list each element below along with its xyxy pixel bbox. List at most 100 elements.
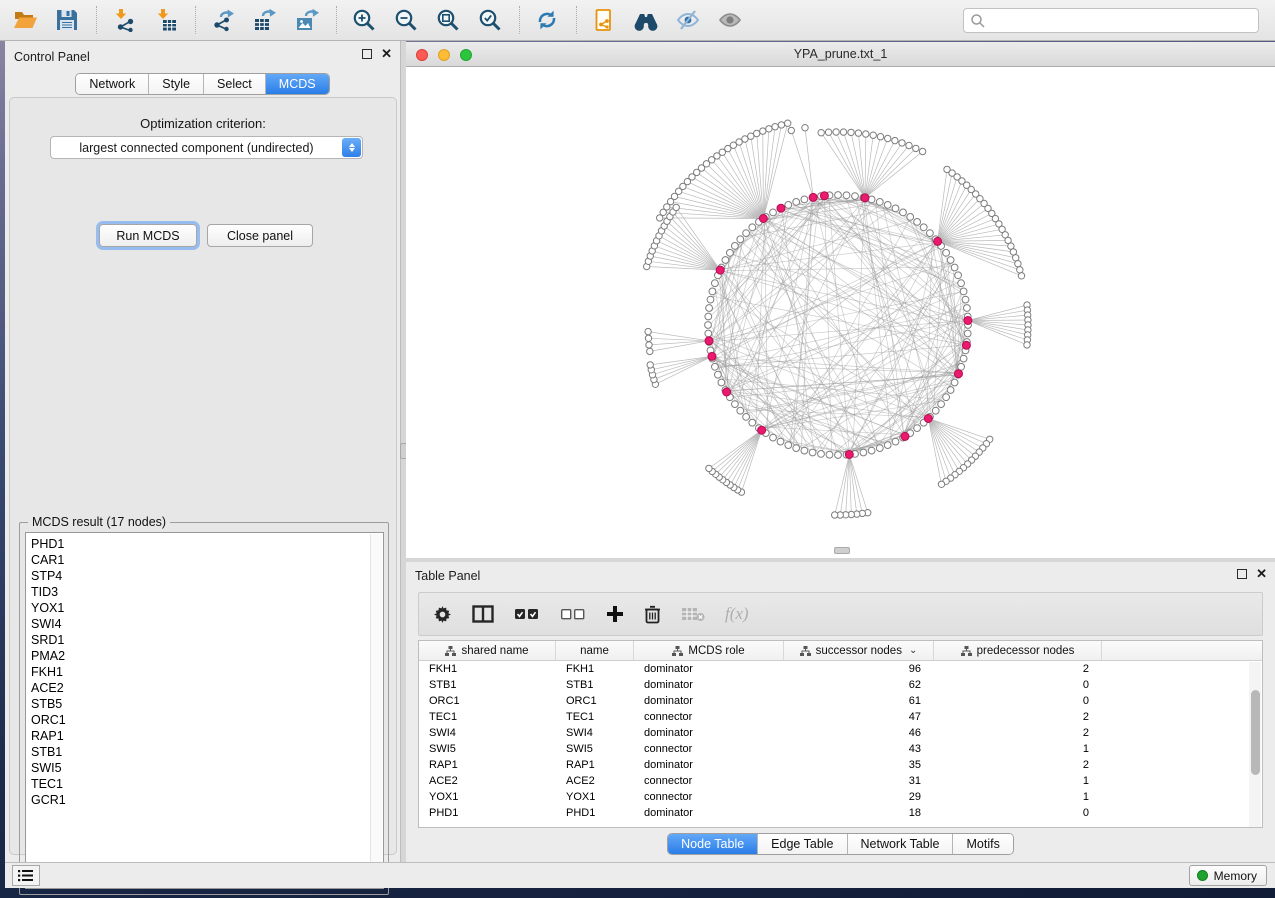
tab-mcds[interactable]: MCDS — [266, 74, 329, 94]
mcds-result-item[interactable]: TEC1 — [26, 776, 383, 792]
close-panel-icon[interactable]: ✕ — [381, 49, 392, 59]
optimization-criterion-label: Optimization criterion: — [10, 116, 396, 131]
refresh-button[interactable] — [532, 5, 562, 35]
trash-icon[interactable] — [644, 605, 661, 624]
network-search-button[interactable] — [631, 5, 661, 35]
mcds-result-list[interactable]: PHD1CAR1STP4TID3YOX1SWI4SRD1PMA2FKH1ACE2… — [25, 532, 384, 889]
table-row[interactable]: YOX1YOX1connector291 — [419, 789, 1262, 805]
delete-table-icon[interactable] — [681, 606, 705, 622]
zoom-in-button[interactable] — [349, 5, 379, 35]
mcds-result-item[interactable]: CAR1 — [26, 552, 383, 568]
save-icon — [55, 8, 79, 32]
cell-shared-name: ACE2 — [419, 775, 556, 787]
mcds-result-item[interactable]: STP4 — [26, 568, 383, 584]
table-tab-motifs[interactable]: Motifs — [953, 834, 1012, 854]
export-table-icon — [253, 8, 277, 32]
optimization-select[interactable]: largest connected component (undirected) — [50, 136, 363, 159]
table-row[interactable]: STB1STB1dominator620 — [419, 677, 1262, 693]
close-panel-button[interactable]: Close panel — [207, 224, 313, 247]
export-network-button[interactable] — [208, 5, 238, 35]
tab-style[interactable]: Style — [149, 74, 204, 94]
export-table-button[interactable] — [250, 5, 280, 35]
mcds-result-item[interactable]: FKH1 — [26, 664, 383, 680]
export-web-button[interactable] — [589, 5, 619, 35]
float-table-panel-icon[interactable] — [1237, 569, 1247, 579]
task-history-button[interactable] — [12, 865, 40, 886]
mcds-result-item[interactable]: STB5 — [26, 696, 383, 712]
table-row[interactable]: SWI4SWI4dominator462 — [419, 725, 1262, 741]
function-builder-icon[interactable]: f(x) — [725, 604, 749, 624]
network-canvas[interactable] — [406, 67, 1275, 558]
column-header-filler — [1102, 641, 1262, 660]
close-table-panel-icon[interactable]: ✕ — [1256, 569, 1267, 579]
zoom-out-button[interactable] — [391, 5, 421, 35]
mcds-result-item[interactable]: SWI4 — [26, 616, 383, 632]
import-network-button[interactable] — [109, 5, 139, 35]
mcds-result-item[interactable]: RAP1 — [26, 728, 383, 744]
mcds-result-item[interactable]: GCR1 — [26, 792, 383, 808]
column-chooser-icon[interactable] — [472, 605, 494, 623]
save-session-button[interactable] — [52, 5, 82, 35]
table-row[interactable]: RAP1RAP1dominator352 — [419, 757, 1262, 773]
cell-successor-nodes: 43 — [784, 743, 934, 755]
show-details-button[interactable] — [715, 5, 745, 35]
table-scrollbar-thumb[interactable] — [1251, 690, 1260, 775]
close-window-icon[interactable] — [416, 49, 428, 61]
zoom-out-icon — [394, 8, 418, 32]
tab-select[interactable]: Select — [204, 74, 266, 94]
column-header-predecessor-nodes[interactable]: predecessor nodes — [934, 641, 1102, 660]
cell-predecessor-nodes: 0 — [934, 679, 1102, 691]
add-row-icon[interactable] — [606, 605, 624, 623]
mcds-result-item[interactable]: PMA2 — [26, 648, 383, 664]
mcds-result-item[interactable]: STB1 — [26, 744, 383, 760]
column-header-mcds-role[interactable]: MCDS role — [634, 641, 784, 660]
mcds-result-item[interactable]: YOX1 — [26, 600, 383, 616]
float-panel-icon[interactable] — [362, 49, 372, 59]
deselect-all-icon[interactable] — [560, 607, 586, 621]
zoom-selected-button[interactable] — [475, 5, 505, 35]
cell-successor-nodes: 62 — [784, 679, 934, 691]
mcds-result-item[interactable]: SRD1 — [26, 632, 383, 648]
node-table: shared namenameMCDS rolesuccessor nodes⌄… — [418, 640, 1263, 828]
mcds-result-item[interactable]: ACE2 — [26, 680, 383, 696]
zoom-window-icon[interactable] — [460, 49, 472, 61]
table-row[interactable]: FKH1FKH1dominator962 — [419, 661, 1262, 677]
table-row[interactable]: PHD1PHD1dominator180 — [419, 805, 1262, 821]
import-table-button[interactable] — [151, 5, 181, 35]
table-row[interactable]: SWI5SWI5connector431 — [419, 741, 1262, 757]
table-row[interactable]: ACE2ACE2connector311 — [419, 773, 1262, 789]
table-body: FKH1FKH1dominator962STB1STB1dominator620… — [419, 661, 1262, 821]
cell-predecessor-nodes: 0 — [934, 695, 1102, 707]
mcds-result-item[interactable]: SWI5 — [26, 760, 383, 776]
table-scrollbar[interactable] — [1249, 662, 1261, 827]
table-tab-edge-table[interactable]: Edge Table — [758, 834, 847, 854]
search-input[interactable] — [986, 11, 1258, 31]
tab-network[interactable]: Network — [76, 74, 149, 94]
cell-predecessor-nodes: 2 — [934, 759, 1102, 771]
column-header-shared-name[interactable]: shared name — [419, 641, 556, 660]
table-tab-network-table[interactable]: Network Table — [848, 834, 954, 854]
table-tab-node-table[interactable]: Node Table — [668, 834, 758, 854]
control-panel-tabs: NetworkStyleSelectMCDS — [75, 73, 329, 95]
toolbar-separator — [195, 6, 196, 34]
table-row[interactable]: ORC1ORC1dominator610 — [419, 693, 1262, 709]
export-image-button[interactable] — [292, 5, 322, 35]
open-session-button[interactable] — [10, 5, 40, 35]
list-scrollbar[interactable] — [370, 534, 382, 887]
cell-successor-nodes: 61 — [784, 695, 934, 707]
column-header-name[interactable]: name — [556, 641, 634, 660]
mcds-result-item[interactable]: TID3 — [26, 584, 383, 600]
run-mcds-button[interactable]: Run MCDS — [99, 224, 197, 247]
canvas-scroll-handle[interactable] — [834, 547, 850, 554]
table-row[interactable]: TEC1TEC1connector472 — [419, 709, 1262, 725]
mcds-result-item[interactable]: ORC1 — [26, 712, 383, 728]
memory-button[interactable]: Memory — [1189, 865, 1267, 886]
hide-details-button[interactable] — [673, 5, 703, 35]
select-all-icon[interactable] — [514, 607, 540, 621]
network-title: YPA_prune.txt_1 — [794, 47, 888, 61]
mcds-result-item[interactable]: PHD1 — [26, 536, 383, 552]
column-header-successor-nodes[interactable]: successor nodes⌄ — [784, 641, 934, 660]
minimize-window-icon[interactable] — [438, 49, 450, 61]
zoom-fit-button[interactable] — [433, 5, 463, 35]
gear-icon[interactable] — [433, 605, 452, 624]
